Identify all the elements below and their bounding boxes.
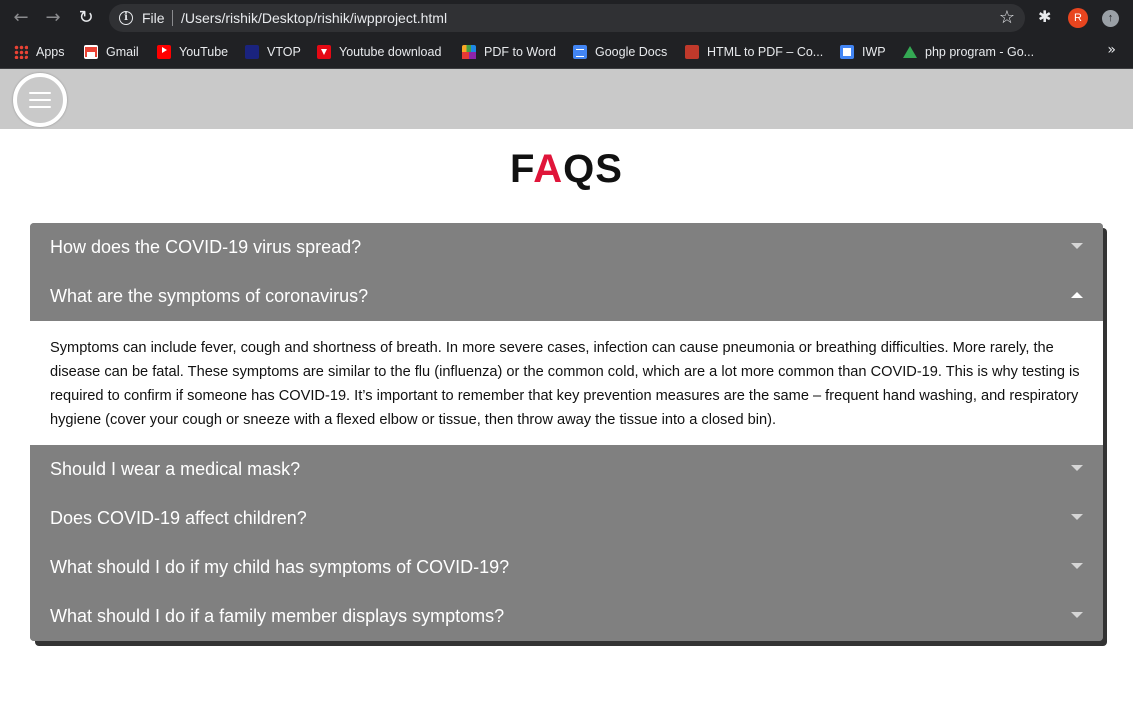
bookmark-label: YouTube xyxy=(179,45,229,59)
download-icon xyxy=(317,45,331,59)
google-docs-icon xyxy=(573,45,587,59)
hamburger-icon xyxy=(29,106,51,108)
gmail-icon xyxy=(84,45,98,59)
faq-answer: Symptoms can include fever, cough and sh… xyxy=(30,321,1103,445)
youtube-icon xyxy=(157,45,171,59)
bookmark-gmail[interactable]: Gmail xyxy=(84,42,139,62)
bookmark-pdf-to-word[interactable]: PDF to Word xyxy=(462,42,556,62)
page-title: FAQS xyxy=(0,147,1133,192)
page-header xyxy=(0,69,1133,129)
bookmarks-bar: Apps Gmail YouTube VTOP Youtube download… xyxy=(0,36,1133,69)
browser-toolbar: ← → ↻ i File /Users/rishik/Desktop/rishi… xyxy=(0,0,1133,36)
url-scheme: File xyxy=(142,10,165,26)
reload-icon[interactable]: ↻ xyxy=(76,8,96,28)
bookmark-star-icon[interactable]: ☆ xyxy=(999,7,1015,28)
html-to-pdf-icon xyxy=(685,45,699,59)
google-drive-icon xyxy=(903,45,917,59)
pdf-to-word-icon xyxy=(462,45,476,59)
extensions-puzzle-icon[interactable]: ✱ xyxy=(1038,8,1056,26)
faq-question[interactable]: What are the symptoms of coronavirus? xyxy=(30,272,1103,321)
chevron-down-icon xyxy=(1071,514,1083,520)
bookmark-php-program[interactable]: php program - Go... xyxy=(903,42,1034,62)
faq-question-text: What should I do if my child has symptom… xyxy=(50,557,510,577)
bookmark-label: php program - Go... xyxy=(925,45,1035,59)
bookmark-label: IWP xyxy=(862,45,886,59)
info-icon[interactable]: i xyxy=(119,11,133,25)
faq-question[interactable]: Does COVID-19 affect children? xyxy=(30,494,1103,543)
bookmark-youtube-download[interactable]: Youtube download xyxy=(317,42,441,62)
bookmark-label: VTOP xyxy=(267,45,301,59)
bookmark-label: Youtube download xyxy=(339,45,442,59)
title-accent: A xyxy=(533,147,564,191)
faq-question[interactable]: What should I do if my child has symptom… xyxy=(30,543,1103,592)
faq-question-text: Should I wear a medical mask? xyxy=(50,459,301,479)
faq-question-text: How does the COVID-19 virus spread? xyxy=(50,237,362,257)
title-part: F xyxy=(510,147,534,191)
bookmark-label: PDF to Word xyxy=(484,45,557,59)
faq-question[interactable]: How does the COVID-19 virus spread? xyxy=(30,223,1103,272)
url-separator xyxy=(172,10,173,26)
faq-question-text: What should I do if a family member disp… xyxy=(50,606,505,626)
chevron-down-icon xyxy=(1071,465,1083,471)
hamburger-icon xyxy=(29,99,51,101)
chevron-down-icon xyxy=(1071,563,1083,569)
title-part: QS xyxy=(563,147,623,191)
forward-arrow-icon[interactable]: → xyxy=(43,8,63,28)
apps-grid-icon xyxy=(14,45,28,59)
url-text[interactable]: /Users/rishik/Desktop/rishik/iwpproject.… xyxy=(181,10,447,26)
faq-question-text: Does COVID-19 affect children? xyxy=(50,508,307,528)
hamburger-icon xyxy=(29,92,51,94)
bookmark-youtube[interactable]: YouTube xyxy=(157,42,228,62)
bookmark-label: Apps xyxy=(36,45,65,59)
bookmark-label: Google Docs xyxy=(595,45,668,59)
back-arrow-icon[interactable]: ← xyxy=(11,8,31,28)
bookmark-apps[interactable]: Apps xyxy=(14,42,65,62)
bookmark-vtop[interactable]: VTOP xyxy=(245,42,301,62)
faq-accordion: How does the COVID-19 virus spread? What… xyxy=(30,223,1103,641)
bookmark-iwp[interactable]: IWP xyxy=(840,42,886,62)
bookmark-google-docs[interactable]: Google Docs xyxy=(573,42,667,62)
chevron-down-icon xyxy=(1071,612,1083,618)
chevron-up-icon xyxy=(1071,292,1083,298)
update-arrow-icon[interactable]: ↑ xyxy=(1102,10,1119,27)
faq-question[interactable]: Should I wear a medical mask? xyxy=(30,445,1103,494)
faq-question[interactable]: What should I do if a family member disp… xyxy=(30,592,1103,641)
chevron-down-icon xyxy=(1071,243,1083,249)
iwp-icon xyxy=(840,45,854,59)
vtop-icon xyxy=(245,45,259,59)
bookmarks-overflow-icon[interactable]: » xyxy=(1107,42,1116,58)
bookmark-html-to-pdf[interactable]: HTML to PDF – Co... xyxy=(685,42,823,62)
faq-question-text: What are the symptoms of coronavirus? xyxy=(50,286,369,306)
hamburger-menu-button[interactable] xyxy=(13,73,67,127)
address-bar[interactable]: i File /Users/rishik/Desktop/rishik/iwpp… xyxy=(109,4,1025,32)
bookmark-label: Gmail xyxy=(106,45,139,59)
profile-avatar[interactable]: R xyxy=(1068,8,1088,28)
bookmark-label: HTML to PDF – Co... xyxy=(707,45,824,59)
